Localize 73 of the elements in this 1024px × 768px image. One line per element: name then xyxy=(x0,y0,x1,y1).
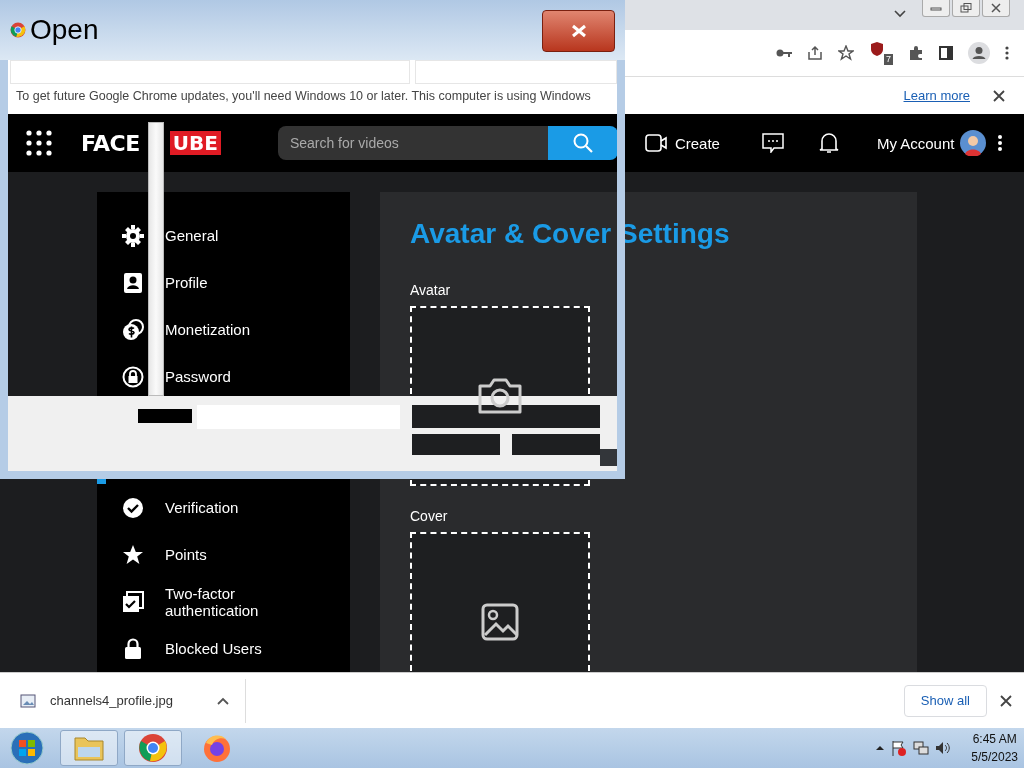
start-button[interactable] xyxy=(10,731,44,765)
browser-logo-icon xyxy=(10,22,26,38)
image-file-icon xyxy=(20,693,36,708)
chat-icon[interactable] xyxy=(761,133,784,153)
search-field[interactable]: Search for videos xyxy=(277,126,548,160)
dark-block xyxy=(138,409,192,423)
download-item[interactable]: channels4_profile.jpg xyxy=(0,678,246,723)
minimize-icon xyxy=(930,4,942,12)
sidebar-item[interactable]: Monetization xyxy=(97,306,350,353)
sidebar-item[interactable]: Verification xyxy=(97,484,350,531)
extension-button[interactable]: 7 xyxy=(869,41,893,65)
sidebar-item[interactable]: Points xyxy=(97,531,350,578)
section-label: Avatar xyxy=(410,282,452,298)
video-camera-icon xyxy=(644,134,667,152)
browser-app-icon[interactable] xyxy=(124,730,182,766)
sidebar-item[interactable]: General xyxy=(97,212,350,259)
scrollbar[interactable] xyxy=(148,122,164,396)
star-icon[interactable] xyxy=(838,45,854,61)
coins-icon xyxy=(122,318,144,341)
shield-icon xyxy=(869,41,885,57)
site-logo-tag[interactable]: UBE xyxy=(169,131,221,155)
clock-time[interactable]: 6:45 AM xyxy=(972,730,1017,748)
restore-icon xyxy=(960,3,972,13)
gear-icon xyxy=(122,224,144,247)
dialog-close-button[interactable] xyxy=(542,10,615,52)
menu-icon[interactable] xyxy=(1005,46,1009,60)
volume-icon[interactable] xyxy=(935,740,952,756)
extension-badge: 7 xyxy=(884,54,893,65)
tray-expand-icon[interactable] xyxy=(875,745,886,751)
star-icon xyxy=(122,543,144,566)
sidebar-item[interactable]: Password xyxy=(97,353,350,400)
camera-icon xyxy=(477,377,523,415)
close-icon xyxy=(570,24,587,38)
create-button[interactable]: Create xyxy=(644,134,720,152)
dialog-title: Open xyxy=(30,14,99,46)
side-panel-icon[interactable] xyxy=(939,46,953,60)
apps-grid-icon[interactable] xyxy=(26,130,52,156)
key-icon[interactable] xyxy=(776,48,792,58)
profile-avatar-icon[interactable] xyxy=(968,42,990,64)
update-message: To get future Google Chrome updates, you'll need Windows 10 or later. This computer is using Windows xyxy=(16,88,591,103)
puzzle-icon[interactable] xyxy=(908,45,924,61)
image-icon xyxy=(481,603,519,641)
caret-icon[interactable] xyxy=(216,696,229,705)
search-icon xyxy=(572,133,593,153)
more-icon[interactable] xyxy=(998,135,1003,151)
my-account-button[interactable]: My Account xyxy=(876,134,955,152)
tab-list-icon[interactable] xyxy=(894,10,906,18)
profile-icon xyxy=(122,271,144,294)
user-avatar-icon[interactable] xyxy=(960,130,987,156)
tasks-icon xyxy=(122,590,144,613)
search-button[interactable] xyxy=(547,126,618,160)
lock-icon xyxy=(122,365,144,388)
network-icon[interactable] xyxy=(913,740,930,756)
show-all-button[interactable]: Show all xyxy=(903,684,987,717)
clock-date[interactable]: 5/5/2023 xyxy=(971,748,1018,766)
bell-icon[interactable] xyxy=(818,132,839,154)
sidebar-item[interactable]: Blocked Users xyxy=(97,625,350,672)
path-field[interactable] xyxy=(10,60,410,84)
close-icon xyxy=(991,3,1001,13)
check-icon xyxy=(122,496,144,519)
sidebar-item[interactable]: Profile xyxy=(97,259,350,306)
restore-button[interactable] xyxy=(952,0,980,17)
sidebar-item[interactable]: Two-factor authentication xyxy=(97,578,350,625)
site-logo-text[interactable]: FACE xyxy=(81,130,140,156)
flag-icon[interactable] xyxy=(891,740,908,756)
learn-more-link[interactable]: Learn more xyxy=(903,88,970,103)
share-icon[interactable] xyxy=(807,45,823,61)
close-icon[interactable] xyxy=(1000,694,1012,707)
section-label: Cover xyxy=(410,508,449,524)
close-icon[interactable] xyxy=(993,89,1005,102)
cover-upload-area[interactable] xyxy=(410,532,590,672)
close-button[interactable] xyxy=(982,0,1010,17)
padlock-icon xyxy=(122,637,144,660)
